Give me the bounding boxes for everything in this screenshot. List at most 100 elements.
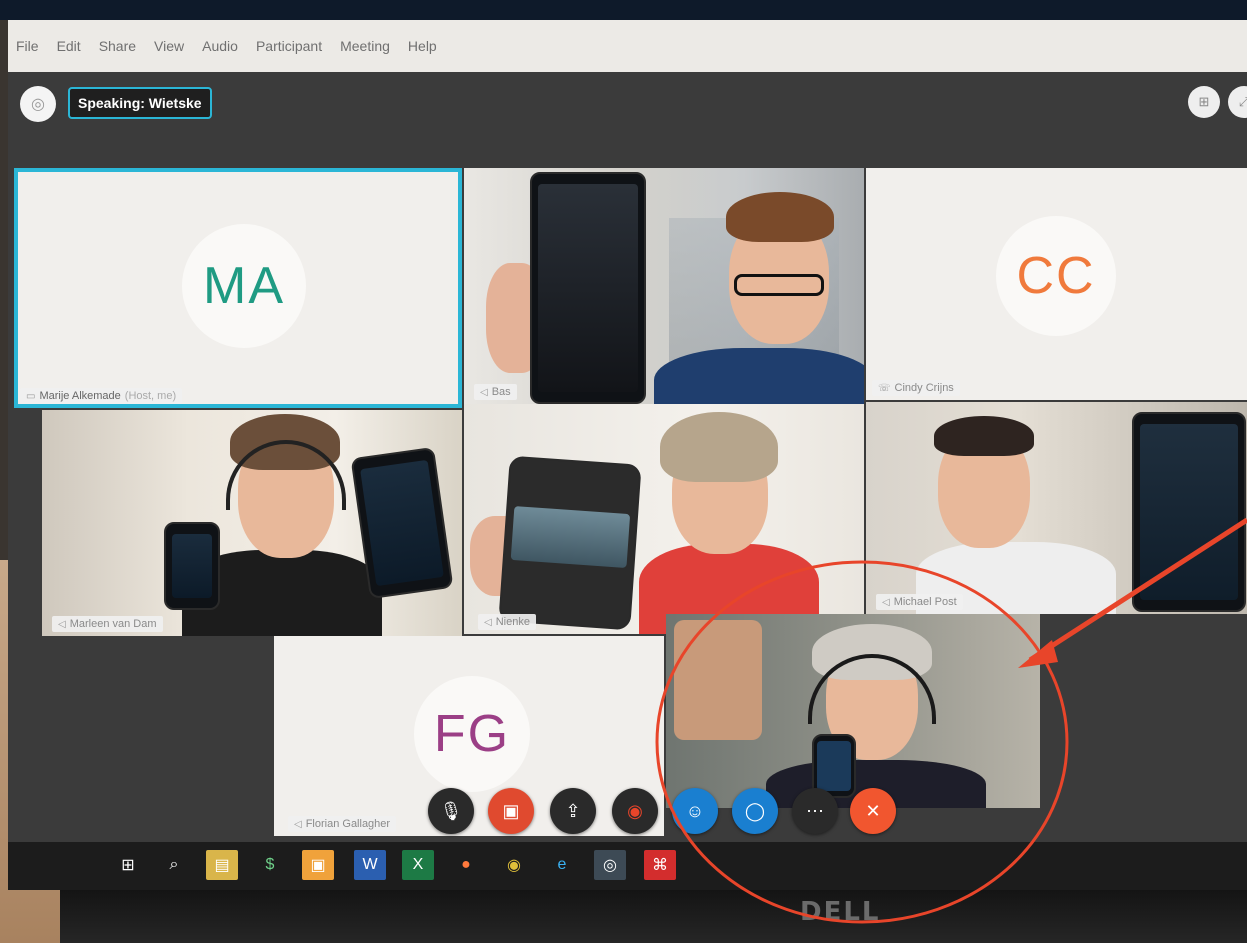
participant-tile-nienke[interactable]: ◁ Nienke bbox=[464, 404, 864, 634]
initials-text: FG bbox=[433, 705, 511, 763]
participant-role: (Host, me) bbox=[124, 390, 177, 402]
more-options-button[interactable]: ⋯ bbox=[792, 788, 838, 834]
avatar-initials: FG bbox=[414, 676, 530, 792]
menu-meeting[interactable]: Meeting bbox=[340, 38, 390, 54]
person-shirt bbox=[654, 348, 864, 404]
pdf-icon: ⌘ bbox=[652, 857, 668, 874]
taskbar-app-dollar[interactable]: $ bbox=[254, 850, 286, 880]
menu-edit[interactable]: Edit bbox=[57, 38, 81, 54]
grid-icon: ⊞ bbox=[1198, 94, 1210, 109]
participants-button[interactable]: ☺ bbox=[672, 788, 718, 834]
speaker-icon: ◁ bbox=[882, 596, 890, 608]
taskbar-app-active[interactable]: ▣ bbox=[302, 850, 334, 880]
laptop-bezel-bottom bbox=[60, 890, 1247, 943]
search-button[interactable]: ⌕ bbox=[158, 850, 190, 880]
firefox-icon: ● bbox=[461, 856, 471, 873]
windows-icon: ⊞ bbox=[121, 857, 135, 874]
info-icon: ◎ bbox=[31, 96, 45, 113]
phone-screen bbox=[172, 534, 212, 598]
participant-name-label: ◁ Bas bbox=[474, 384, 517, 400]
meeting-top-bar: ◎ Speaking: Wietske ⊞ ⤢ bbox=[8, 72, 1247, 164]
speaker-icon: ◁ bbox=[484, 616, 492, 628]
chat-icon: ◯ bbox=[744, 800, 766, 821]
start-button[interactable]: ⊞ bbox=[112, 850, 144, 880]
leave-meeting-button[interactable]: ✕ bbox=[850, 788, 896, 834]
self-view-tile[interactable] bbox=[666, 614, 1040, 808]
speaker-icon: ◁ bbox=[480, 386, 488, 398]
participant-name-label: ◁ Florian Gallagher bbox=[288, 816, 397, 832]
phone-device bbox=[530, 172, 646, 404]
taskbar-acrobat[interactable]: ⌘ bbox=[644, 850, 676, 880]
close-icon: ✕ bbox=[865, 800, 881, 821]
person-hair bbox=[660, 412, 778, 482]
participant-name-label: ◁ Michael Post bbox=[876, 594, 963, 610]
menu-help[interactable]: Help bbox=[408, 38, 437, 54]
app-icon: ▣ bbox=[310, 857, 326, 874]
participant-name: Florian Gallagher bbox=[305, 818, 391, 830]
taskbar-file-explorer[interactable]: ▤ bbox=[206, 850, 238, 880]
folder-icon: ▤ bbox=[214, 857, 230, 874]
ellipsis-icon: ⋯ bbox=[806, 800, 824, 821]
record-icon: ◉ bbox=[627, 800, 643, 821]
menu-view[interactable]: View bbox=[154, 38, 184, 54]
stop-video-button[interactable]: ▣ bbox=[488, 788, 534, 834]
layout-button[interactable]: ⊞ bbox=[1188, 86, 1220, 118]
window-reflection bbox=[674, 620, 762, 740]
participant-name: Marije Alkemade bbox=[39, 390, 121, 402]
menu-audio[interactable]: Audio bbox=[202, 38, 238, 54]
video-grid: MA ▭ Marije Alkemade (Host, me) ◁ Bas CC… bbox=[8, 164, 1247, 842]
participant-tile-ma[interactable]: MA ▭ Marije Alkemade (Host, me) bbox=[14, 168, 462, 408]
expand-icon: ⤢ bbox=[1238, 94, 1247, 109]
record-button[interactable]: ◉ bbox=[612, 788, 658, 834]
menu-participant[interactable]: Participant bbox=[256, 38, 322, 54]
chat-button[interactable]: ◯ bbox=[732, 788, 778, 834]
participant-name-label: ☏ Cindy Crijns bbox=[872, 380, 960, 396]
windows-taskbar: ⊞ ⌕ ▤ $ ▣ W X ● ◉ e ◎ ⌘ bbox=[8, 842, 1247, 890]
excel-icon: X bbox=[412, 856, 424, 873]
participant-name: Michael Post bbox=[893, 596, 957, 608]
taskbar-excel[interactable]: X bbox=[402, 850, 434, 880]
speaking-indicator: Speaking: Wietske bbox=[68, 87, 212, 119]
phone-screen bbox=[1140, 424, 1238, 600]
taskbar-ie[interactable]: e bbox=[546, 850, 578, 880]
participant-tile-cc[interactable]: CC ☏ Cindy Crijns bbox=[866, 168, 1247, 400]
taskbar-firefox[interactable]: ● bbox=[450, 850, 482, 880]
laptop-screen: File Edit Share View Audio Participant M… bbox=[8, 20, 1247, 890]
phone-screen bbox=[538, 184, 638, 392]
fullscreen-button[interactable]: ⤢ bbox=[1228, 86, 1247, 118]
share-button[interactable]: ⇪ bbox=[550, 788, 596, 834]
participant-name-label: ◁ Nienke bbox=[478, 614, 536, 630]
participant-tile-michael[interactable]: ◁ Michael Post bbox=[866, 402, 1247, 614]
camera-icon: ▭ bbox=[26, 390, 36, 402]
meeting-info-button[interactable]: ◎ bbox=[20, 86, 56, 122]
word-icon: W bbox=[362, 856, 378, 873]
device-screen bbox=[510, 506, 631, 568]
video-off-icon: ▣ bbox=[502, 800, 520, 821]
taskbar-word[interactable]: W bbox=[354, 850, 386, 880]
participant-name: Marleen van Dam bbox=[69, 618, 157, 630]
initials-text: MA bbox=[203, 257, 285, 315]
person-icon: ☺ bbox=[685, 800, 705, 821]
search-icon: ⌕ bbox=[169, 856, 179, 873]
phone-device bbox=[164, 522, 220, 610]
participant-name: Bas bbox=[491, 386, 511, 398]
insulin-pump-device bbox=[498, 455, 642, 631]
menu-file[interactable]: File bbox=[16, 38, 39, 54]
avatar-initials: MA bbox=[182, 224, 306, 348]
phone-icon: ☏ bbox=[878, 382, 891, 394]
participant-name: Cindy Crijns bbox=[894, 382, 954, 394]
taskbar-chrome[interactable]: ◉ bbox=[498, 850, 530, 880]
laptop-bezel-top bbox=[0, 0, 1247, 20]
participant-tile-marleen[interactable]: ◁ Marleen van Dam bbox=[42, 410, 462, 636]
webex-icon: ◎ bbox=[603, 857, 617, 874]
menu-bar: File Edit Share View Audio Participant M… bbox=[8, 20, 1247, 72]
dollar-icon: $ bbox=[265, 856, 275, 873]
taskbar-webex[interactable]: ◎ bbox=[594, 850, 626, 880]
person-hair bbox=[934, 416, 1034, 456]
glasses bbox=[734, 274, 824, 296]
microphone-off-icon: 🎙 bbox=[439, 800, 463, 821]
ie-icon: e bbox=[557, 856, 567, 873]
participant-tile-bas[interactable]: ◁ Bas bbox=[464, 168, 864, 404]
menu-share[interactable]: Share bbox=[99, 38, 136, 54]
mute-button[interactable]: 🎙 bbox=[428, 788, 474, 834]
